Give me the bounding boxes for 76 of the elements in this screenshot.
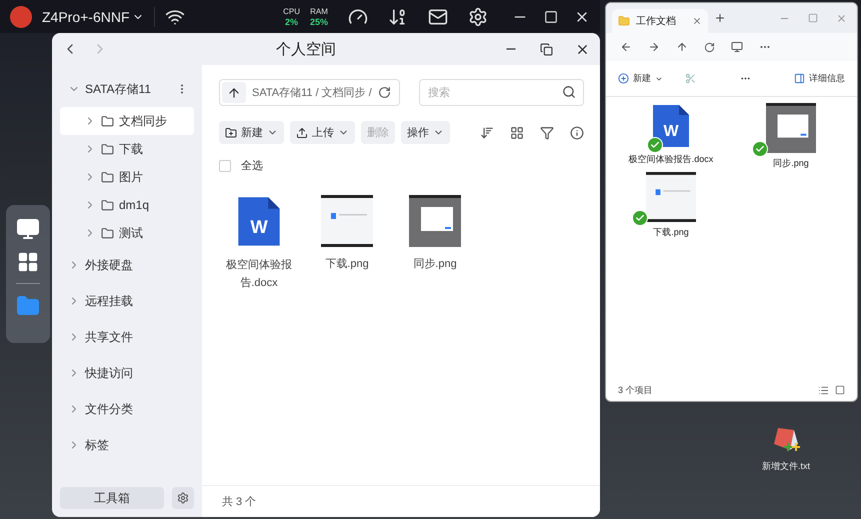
word-document-icon: W [236,195,282,248]
info-icon[interactable] [570,126,584,140]
sidebar-item[interactable]: 文档同步 [60,107,194,135]
ram-value: 25% [310,16,328,26]
sidebar-item[interactable]: 远程挂载 [60,283,194,319]
panel-icon [794,73,805,84]
sidebar-item[interactable]: SATA存储11 [60,71,194,107]
file-name: 同步.png [412,257,458,272]
file-name: 下载.png [324,257,370,272]
toolbox-button[interactable]: 工具箱 [60,487,164,509]
word-document-icon: W [651,103,691,149]
plus-circle-icon [618,73,629,84]
refresh-icon[interactable] [378,86,391,99]
settings-icon[interactable] [468,6,488,26]
folder-icon [101,198,114,212]
checkbox[interactable] [219,160,231,172]
cpu-label: CPU [283,6,300,16]
up-icon[interactable] [676,41,688,53]
select-all-label: 全选 [241,159,263,173]
sidebar-item[interactable]: 文件分类 [60,391,194,427]
settings-icon [177,492,189,504]
upload-icon [296,126,308,138]
grid-view-icon[interactable] [510,126,524,140]
grid-icon[interactable] [17,251,39,273]
restore-icon[interactable] [540,42,553,56]
sidebar-item[interactable]: 共享文件 [60,319,194,355]
item-count: 共 3 个 [222,495,256,509]
toolbar-button[interactable]: 新建 [219,121,284,144]
monitor-icon[interactable] [16,217,40,241]
sidebar-item[interactable]: 快捷访问 [60,355,194,391]
tile-view-icon[interactable] [835,385,845,395]
toolbar-button[interactable]: 上传 [290,121,355,144]
file-name: 极空间体验报告.docx [225,258,293,291]
file-name: 极空间体验报告.docx [628,153,714,166]
screenshot-thumbnail [409,195,461,247]
sidebar-item[interactable]: 标签 [60,427,194,463]
folder-icon [101,142,114,156]
monitor-icon[interactable] [731,41,743,53]
list-view-icon[interactable] [818,384,829,396]
device-selector[interactable]: Z4Pro+-6NNF [42,8,144,24]
details-button[interactable]: 详细信息 [794,67,845,90]
screenshot-thumbnail [321,195,373,247]
gauge-icon[interactable] [348,6,368,26]
settings-button[interactable] [172,487,194,509]
sidebar-item[interactable]: 图片 [60,163,194,191]
mail-icon[interactable] [428,6,448,26]
refresh-icon[interactable] [704,42,715,52]
folder-icon [618,15,630,27]
folder-icon [101,170,114,184]
forward-icon[interactable] [648,41,660,53]
explorer-tab[interactable]: 工作文档 [612,9,708,33]
search-icon[interactable] [562,85,576,99]
sidebar-item[interactable]: 测试 [60,219,194,247]
folder-icon [101,226,114,240]
sidebar-item[interactable]: 下载 [60,135,194,163]
ram-label: RAM [310,6,328,16]
sidebar-item[interactable]: 外接硬盘 [60,247,194,283]
window-title: 个人空间 [275,40,337,58]
new-button[interactable]: 新建 [618,67,663,90]
new-tab-icon[interactable] [714,12,726,24]
filter-icon[interactable] [540,126,554,140]
sidebar-item[interactable]: dm1q [60,191,194,219]
folder-plus-icon [225,126,237,138]
up-button[interactable] [222,82,246,103]
item-count: 3 个项目 [618,384,653,396]
breadcrumb-path: SATA存储11 / 文档同步 / [252,86,372,100]
file-name: 新增文件.txt [762,460,810,473]
file-name: 下载.png [653,226,689,239]
file-name: 同步.png [773,157,809,170]
search-field[interactable]: 搜索 [419,79,584,106]
logo-icon [10,6,32,28]
toolbar-button[interactable]: 操作 [401,121,450,144]
folder-icon [101,114,114,128]
sort-icon[interactable] [480,126,494,140]
back-icon[interactable] [620,41,632,53]
cpu-value: 2% [285,16,298,26]
